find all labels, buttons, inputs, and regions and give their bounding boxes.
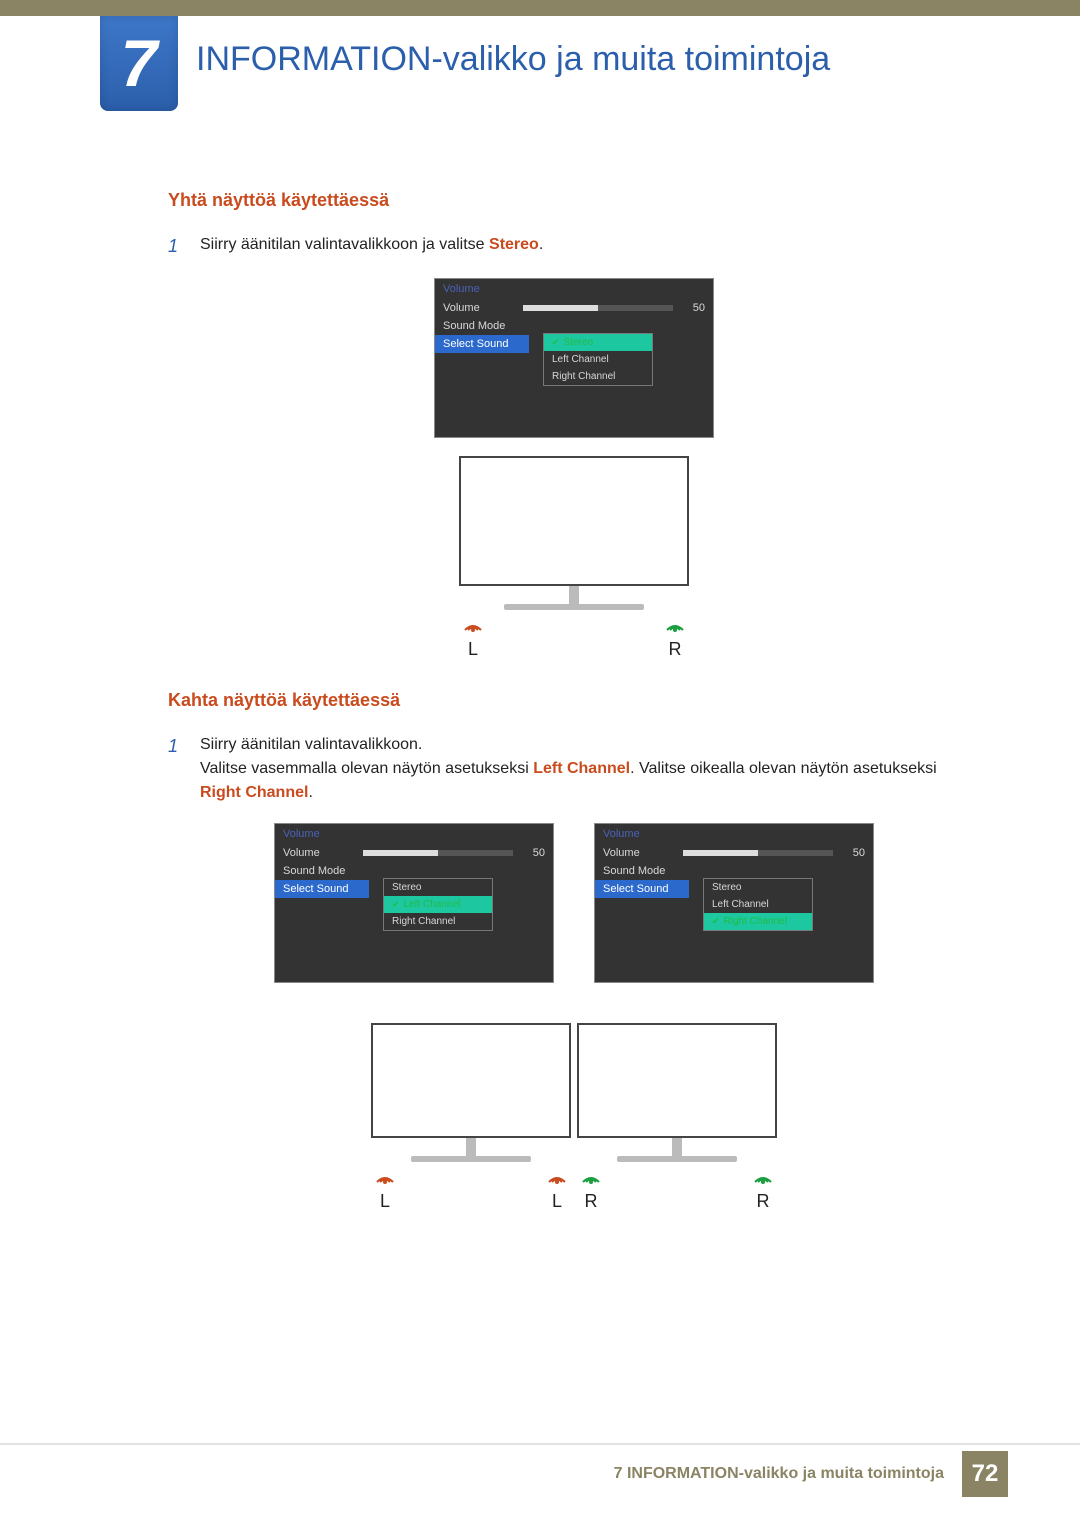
right-channel-text: Right Channel — [200, 784, 308, 801]
footer-text: 7 INFORMATION-valikko ja muita toimintoj… — [614, 1465, 944, 1483]
osd-sel-l[interactable]: Select Sound — [275, 880, 369, 898]
osd-sel-r[interactable]: Select Sound — [595, 880, 689, 898]
osd-opt-left[interactable]: Left Channel — [544, 351, 652, 368]
footer-separator — [0, 1443, 1080, 1445]
label-L: L — [463, 639, 483, 660]
osd-val-r: 50 — [841, 847, 865, 859]
osd-select-sound[interactable]: Select Sound — [435, 335, 529, 353]
osd-opt-right[interactable]: Right Channel — [544, 368, 652, 385]
step-text-2: Siirry äänitilan valintavalikkoon. Valit… — [200, 733, 980, 805]
label-R-right: R — [753, 1191, 773, 1212]
osd-popup: Stereo Left Channel Right Channel — [543, 333, 653, 386]
osd-title: Volume — [435, 279, 713, 299]
osd-opt-right-r[interactable]: Right Channel — [704, 913, 812, 930]
osd-opt-stereo[interactable]: Stereo — [544, 334, 652, 351]
label-L-left: L — [375, 1191, 395, 1212]
osd-opt-stereo-l[interactable]: Stereo — [384, 879, 492, 896]
osd-sm-l[interactable]: Sound Mode — [283, 865, 363, 877]
subheading-one-display: Yhtä näyttöä käytettäessä — [168, 190, 980, 211]
step2-line2c: . — [308, 784, 312, 801]
step-row-2: 1 Siirry äänitilan valintavalikkoon. Val… — [168, 733, 980, 805]
monitor-illustration-left: L L — [371, 1023, 571, 1212]
chapter-title: INFORMATION-valikko ja muita toimintoja — [196, 40, 830, 79]
osd-soundmode-label: Sound Mode — [443, 320, 523, 332]
stereo-text: Stereo — [489, 236, 539, 253]
osd-slider-l[interactable] — [363, 850, 513, 856]
osd-opt-right-l[interactable]: Right Channel — [384, 913, 492, 930]
top-stripe — [0, 0, 1080, 16]
left-channel-text: Left Channel — [533, 760, 630, 777]
label-R: R — [665, 639, 685, 660]
monitor-illustration-right: R R — [577, 1023, 777, 1212]
sound-icon — [581, 1166, 601, 1184]
subheading-two-displays: Kahta näyttöä käytettäessä — [168, 690, 980, 711]
monitor-illustration-single: L R — [459, 456, 689, 660]
step2-line1: Siirry äänitilan valintavalikkoon. — [200, 733, 980, 757]
osd-title-l: Volume — [275, 824, 553, 844]
label-R-left: R — [581, 1191, 601, 1212]
label-L-right: L — [547, 1191, 567, 1212]
osd-title-r: Volume — [595, 824, 873, 844]
osd-vol-lbl-r: Volume — [603, 847, 683, 859]
osd-vol-lbl-l: Volume — [283, 847, 363, 859]
osd-opt-left-l[interactable]: Left Channel — [384, 896, 492, 913]
step-text: Siirry äänitilan valintavalikkoon ja val… — [200, 233, 543, 260]
osd-slider-r[interactable] — [683, 850, 833, 856]
footer: 7 INFORMATION-valikko ja muita toimintoj… — [614, 1451, 1008, 1497]
step-row: 1 Siirry äänitilan valintavalikkoon ja v… — [168, 233, 980, 260]
osd-val-l: 50 — [521, 847, 545, 859]
page-number: 72 — [962, 1451, 1008, 1497]
sound-icon — [463, 614, 483, 632]
osd-menu-single: Volume Volume 50 Sound Mode Select Sound… — [434, 278, 714, 438]
chapter-number: 7 — [121, 26, 158, 100]
osd-opt-stereo-r[interactable]: Stereo — [704, 879, 812, 896]
osd-popup-r: Stereo Left Channel Right Channel — [703, 878, 813, 931]
osd-popup-l: Stereo Left Channel Right Channel — [383, 878, 493, 931]
osd-sm-r[interactable]: Sound Mode — [603, 865, 683, 877]
chapter-tab: 7 — [100, 16, 178, 111]
step-text-after: . — [539, 236, 543, 253]
osd-volume-slider[interactable] — [523, 305, 673, 311]
step-text-before: Siirry äänitilan valintavalikkoon ja val… — [200, 236, 489, 253]
osd-opt-left-r[interactable]: Left Channel — [704, 896, 812, 913]
step2-line2b: . Valitse oikealla olevan näytön asetuks… — [630, 760, 937, 777]
sound-icon — [375, 1166, 395, 1184]
sound-icon — [665, 614, 685, 632]
osd-menu-right: Volume Volume50 Sound Mode Select Sound … — [594, 823, 874, 983]
step2-line2a: Valitse vasemmalla olevan näytön asetuks… — [200, 760, 533, 777]
osd-menu-left: Volume Volume50 Sound Mode Select Sound … — [274, 823, 554, 983]
osd-volume-row: Volume 50 — [435, 299, 713, 317]
osd-volume-label: Volume — [443, 302, 523, 314]
sound-icon — [547, 1166, 567, 1184]
sound-icon — [753, 1166, 773, 1184]
step-number: 1 — [168, 233, 186, 260]
step-number-2: 1 — [168, 733, 186, 805]
osd-volume-value: 50 — [681, 302, 705, 314]
